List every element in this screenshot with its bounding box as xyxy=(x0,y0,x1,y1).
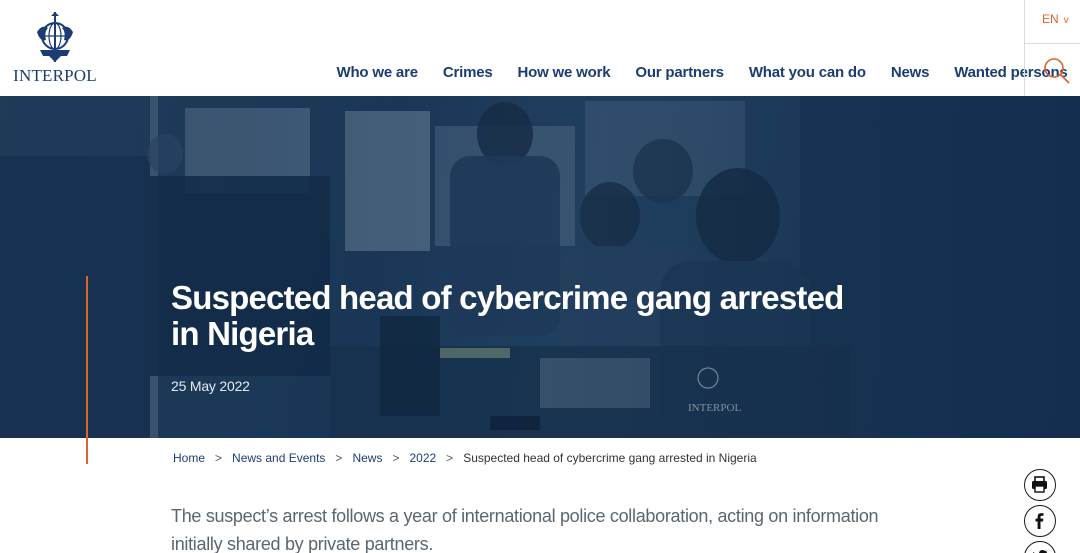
breadcrumb-separator: > xyxy=(335,451,343,465)
site-header: INTERPOL Who we are Crimes How we work O… xyxy=(0,0,1080,96)
breadcrumb-2022[interactable]: 2022 xyxy=(409,451,436,465)
breadcrumb-news-and-events[interactable]: News and Events xyxy=(232,451,325,465)
nav-item-news[interactable]: News xyxy=(878,58,941,90)
nav-item-how-we-work[interactable]: How we work xyxy=(505,58,623,90)
interpol-emblem-icon xyxy=(37,12,73,62)
article-lead: The suspect’s arrest follows a year of i… xyxy=(171,506,879,553)
article-title: Suspected head of cybercrime gang arrest… xyxy=(171,280,871,352)
breadcrumb-news[interactable]: News xyxy=(352,451,382,465)
logo-text: INTERPOL xyxy=(13,66,97,85)
nav-item-what-you-can-do[interactable]: What you can do xyxy=(736,58,878,90)
print-button[interactable] xyxy=(1024,469,1056,501)
breadcrumb-separator: > xyxy=(446,451,454,465)
language-label: EN xyxy=(1042,12,1059,26)
breadcrumb-current: Suspected head of cybercrime gang arrest… xyxy=(463,451,757,465)
search-icon xyxy=(1044,58,1070,84)
hero-banner: INTERPOL xyxy=(0,96,1080,438)
breadcrumb-home[interactable]: Home xyxy=(173,451,205,465)
chevron-down-icon: v xyxy=(1063,15,1069,26)
facebook-icon xyxy=(1035,513,1044,529)
nav-item-our-partners[interactable]: Our partners xyxy=(623,58,736,90)
article-title-line-1: Suspected head of cybercrime gang arrest… xyxy=(171,279,844,316)
article-title-line-2: in Nigeria xyxy=(171,315,314,352)
language-selector[interactable]: EN v xyxy=(1024,0,1080,44)
breadcrumb-separator: > xyxy=(392,451,400,465)
twitter-share-button[interactable] xyxy=(1024,541,1056,553)
facebook-share-button[interactable] xyxy=(1024,505,1056,537)
accent-line xyxy=(86,276,88,464)
hero-overlay xyxy=(0,96,1080,438)
breadcrumb-separator: > xyxy=(215,451,223,465)
breadcrumb: Home > News and Events > News >2022 > Suspected… xyxy=(173,451,757,465)
article-date: 25 May 2022 xyxy=(171,378,250,394)
nav-item-who-we-are[interactable]: Who we are xyxy=(324,58,430,90)
nav-item-crimes[interactable]: Crimes xyxy=(430,58,505,90)
main-nav: Who we are Crimes How we work Our partne… xyxy=(324,58,1080,90)
twitter-icon xyxy=(1032,550,1048,553)
search-button[interactable] xyxy=(1024,44,1080,96)
interpol-logo[interactable]: INTERPOL xyxy=(12,8,98,88)
print-icon xyxy=(1032,476,1047,493)
